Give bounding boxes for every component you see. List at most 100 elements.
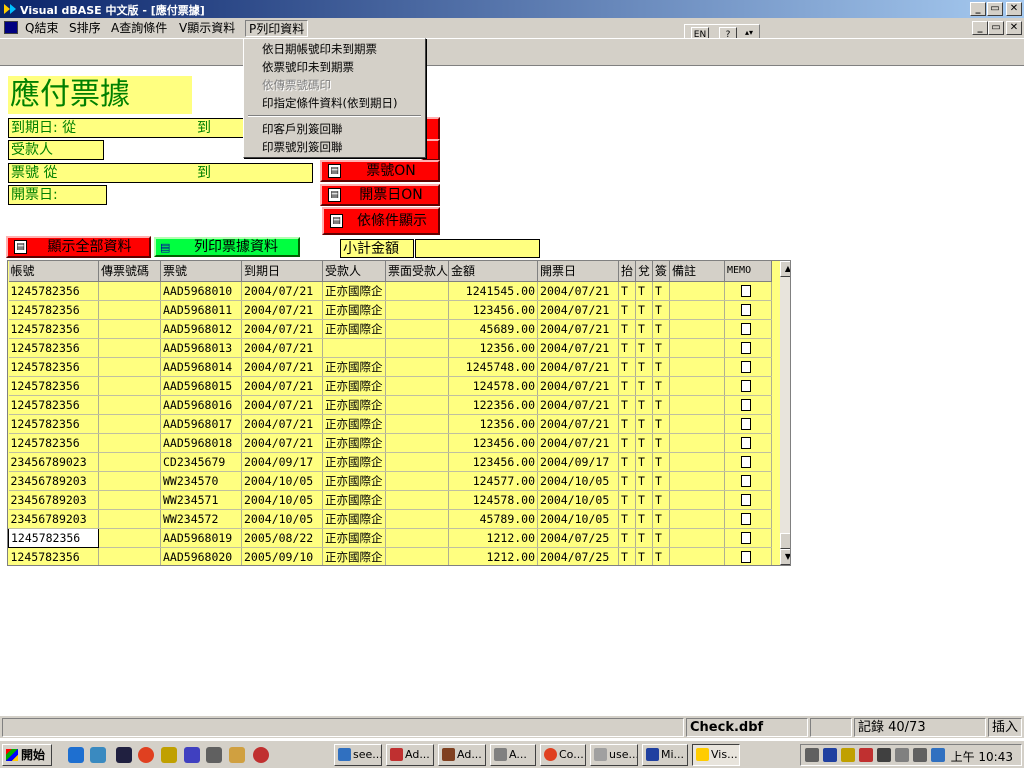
cell-face-payee[interactable] (385, 547, 450, 565)
cell-issue[interactable]: 2004/07/21 (537, 300, 620, 320)
show-all-button[interactable]: ▤ 顯示全部資料 (6, 236, 151, 258)
tray-app-icon[interactable] (895, 748, 909, 762)
cell-b[interactable]: T (635, 490, 654, 510)
restore-button[interactable]: ▭ (987, 2, 1003, 16)
cell-c[interactable]: T (652, 509, 671, 529)
cell-face-payee[interactable] (385, 395, 450, 415)
col-header-b[interactable]: 兌 (635, 261, 654, 282)
cell-face-payee[interactable] (385, 528, 450, 548)
cell-b[interactable]: T (635, 471, 654, 491)
cell-b[interactable]: T (635, 395, 654, 415)
cell-due[interactable]: 2004/07/21 (241, 338, 323, 358)
task-button-3[interactable]: Ad... (438, 744, 486, 766)
cell-ticket[interactable]: AAD5968019 (160, 528, 242, 548)
cell-ticket[interactable]: AAD5968013 (160, 338, 242, 358)
cell-amount[interactable]: 124577.00 (448, 471, 539, 491)
cell-account[interactable]: 1245782356 (8, 319, 99, 339)
balloon-icon[interactable] (138, 747, 154, 763)
cell-issue[interactable]: 2004/07/21 (537, 357, 620, 377)
cell-account[interactable]: 1245782356 (8, 414, 99, 434)
cell-ticket[interactable]: AAD5968015 (160, 376, 242, 396)
cell-a[interactable]: T (618, 395, 637, 415)
print-ticket-button[interactable]: ▤ 列印票據資料 (154, 237, 300, 257)
cell-due[interactable]: 2004/09/17 (241, 452, 323, 472)
cell-issue[interactable]: 2004/07/21 (537, 319, 620, 339)
table-row[interactable]: 1245782356 AAD5968012 2004/07/21 正亦國際企 45689… (8, 319, 773, 339)
cell-a[interactable]: T (618, 509, 637, 529)
cell-b[interactable]: T (635, 376, 654, 396)
cell-ticket[interactable]: AAD5968016 (160, 395, 242, 415)
print-menu-item-by-ticket[interactable]: 依票號印未到期票 (262, 58, 354, 76)
cell-account[interactable]: 23456789203 (8, 490, 99, 510)
ticket-on-button[interactable]: ▤ 票號ON (320, 160, 440, 182)
cell-payee[interactable]: 正亦國際企 (322, 433, 386, 453)
data-grid[interactable]: 帳號 傳票號碼 票號 到期日 受款人 票面受款人 金額 開票日 抬 兌 簽 備註… (7, 260, 791, 566)
cell-amount[interactable]: 1212.00 (448, 528, 539, 548)
cell-c[interactable]: T (652, 490, 671, 510)
cell-voucher[interactable] (98, 471, 161, 491)
cell-issue[interactable]: 2004/07/21 (537, 395, 620, 415)
col-header-payee[interactable]: 受款人 (322, 261, 386, 282)
memo-document-icon[interactable] (741, 456, 752, 468)
cell-issue[interactable]: 2004/10/05 (537, 509, 620, 529)
minimize-button[interactable]: _ (970, 2, 986, 16)
cell-voucher[interactable] (98, 338, 161, 358)
memo-document-icon[interactable] (741, 285, 752, 297)
cell-ticket[interactable]: AAD5968017 (160, 414, 242, 434)
col-header-ticket[interactable]: 票號 (160, 261, 242, 282)
cell-voucher[interactable] (98, 376, 161, 396)
by-condition-button[interactable]: ▤ 依條件顯示 (322, 207, 440, 235)
memo-document-icon[interactable] (741, 380, 752, 392)
cell-ticket[interactable]: WW234571 (160, 490, 242, 510)
cell-memo[interactable] (724, 319, 773, 339)
cell-due[interactable]: 2004/07/21 (241, 319, 323, 339)
issue-on-button[interactable]: ▤ 開票日ON (320, 184, 440, 206)
cell-note[interactable] (669, 433, 726, 453)
cell-face-payee[interactable] (385, 281, 450, 301)
table-row[interactable]: 1245782356 AAD5968013 2004/07/21 12356.00 20… (8, 338, 773, 358)
cell-note[interactable] (669, 319, 726, 339)
cell-b[interactable]: T (635, 281, 654, 301)
cell-c[interactable]: T (652, 547, 671, 565)
cell-account[interactable]: 1245782356 (8, 338, 99, 358)
cell-c[interactable]: T (652, 395, 671, 415)
cell-ticket[interactable]: AAD5968020 (160, 547, 242, 565)
cell-amount[interactable]: 1212.00 (448, 547, 539, 565)
cell-issue[interactable]: 2004/09/17 (537, 452, 620, 472)
cell-account[interactable]: 23456789203 (8, 471, 99, 491)
cell-c[interactable]: T (652, 433, 671, 453)
memo-document-icon[interactable] (741, 475, 752, 487)
cell-amount[interactable]: 123456.00 (448, 433, 539, 453)
cell-amount[interactable]: 45689.00 (448, 319, 539, 339)
cell-due[interactable]: 2005/08/22 (241, 528, 323, 548)
cell-voucher[interactable] (98, 414, 161, 434)
cell-amount[interactable]: 12356.00 (448, 338, 539, 358)
cell-issue[interactable]: 2004/10/05 (537, 471, 620, 491)
cell-note[interactable] (669, 490, 726, 510)
cell-due[interactable]: 2004/07/21 (241, 300, 323, 320)
cell-note[interactable] (669, 357, 726, 377)
col-header-face-payee[interactable]: 票面受款人 (385, 261, 450, 282)
cell-due[interactable]: 2004/07/21 (241, 376, 323, 396)
cell-payee[interactable]: 正亦國際企 (322, 490, 386, 510)
cell-note[interactable] (669, 281, 726, 301)
print-menu-item-customer-receipt[interactable]: 印客戶別簽回聯 (262, 120, 343, 138)
cell-due[interactable]: 2004/07/21 (241, 395, 323, 415)
cell-c[interactable]: T (652, 452, 671, 472)
cell-amount[interactable]: 124578.00 (448, 490, 539, 510)
cell-due[interactable]: 2004/07/21 (241, 433, 323, 453)
cell-account[interactable]: 1245782356 (8, 547, 99, 565)
scroll-up-icon[interactable]: ▲ (780, 261, 790, 277)
toolbar-options-icon[interactable]: ▴▾ (745, 28, 753, 37)
cell-note[interactable] (669, 338, 726, 358)
cell-memo[interactable] (724, 452, 773, 472)
cell-c[interactable]: T (652, 281, 671, 301)
memo-document-icon[interactable] (741, 304, 752, 316)
table-row[interactable]: 1245782356 AAD5968016 2004/07/21 正亦國際企 12235… (8, 395, 773, 415)
outlook-icon[interactable] (90, 747, 106, 763)
menu-query[interactable]: A查詢條件 (108, 20, 170, 37)
cell-voucher[interactable] (98, 357, 161, 377)
col-header-amount[interactable]: 金額 (448, 261, 539, 282)
cell-payee[interactable]: 正亦國際企 (322, 414, 386, 434)
cell-c[interactable]: T (652, 319, 671, 339)
